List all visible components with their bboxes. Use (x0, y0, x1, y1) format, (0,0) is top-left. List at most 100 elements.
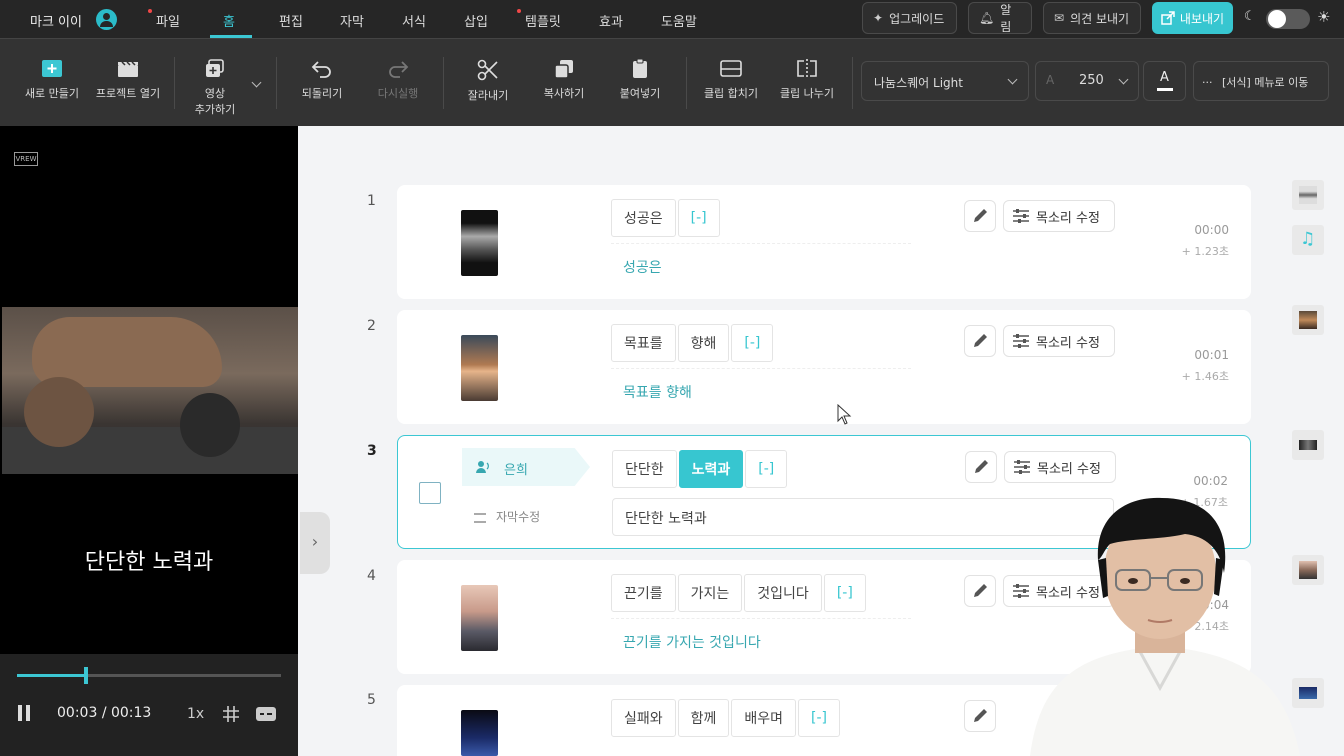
clip-number: 4 (367, 568, 376, 584)
clapperboard-icon (118, 61, 138, 77)
grid-icon[interactable] (222, 705, 240, 723)
rail-music[interactable]: ♫ (1292, 225, 1324, 255)
menu-home[interactable]: 홈 (223, 11, 235, 30)
clip-caption[interactable]: 끈기를 가지는 것입니다 (623, 632, 761, 652)
rail-thumbnail[interactable] (1292, 180, 1324, 210)
vrew-logo: VREW (14, 152, 38, 166)
menu-format[interactable]: 서식 (402, 11, 426, 30)
silence-chip[interactable]: [-] (745, 450, 788, 488)
redo-icon (389, 61, 409, 78)
add-video-button[interactable]: 영상 추가하기 (182, 59, 248, 117)
copy-button[interactable]: 복사하기 (526, 59, 602, 101)
video-subject-head (24, 377, 94, 447)
clip-card-2[interactable]: 목표를 향해 [-] 목표를 향해 목소리 수정 00:01 + 1.46초 (397, 310, 1251, 424)
theme-toggle[interactable] (1266, 9, 1310, 29)
text-color-button[interactable]: A (1143, 61, 1186, 101)
silence-chip[interactable]: [-] (823, 574, 866, 612)
edit-button[interactable] (965, 451, 997, 483)
cut-button[interactable]: 잘라내기 (450, 59, 526, 103)
video-frame[interactable] (2, 307, 298, 474)
word-chip[interactable]: 향해 (677, 324, 730, 362)
voice-edit-button[interactable]: 목소리 수정 (1004, 451, 1116, 483)
word-chip[interactable]: 단단한 (612, 450, 677, 488)
bell-icon: 🔔︎ (979, 11, 995, 25)
menu-file[interactable]: 파일 (156, 11, 180, 30)
seek-bar-handle[interactable] (83, 667, 88, 684)
alarm-button[interactable]: 🔔︎ 알림 (968, 2, 1032, 34)
silence-chip[interactable]: [-] (731, 324, 774, 362)
font-select[interactable]: 나눔스퀘어 Light (861, 61, 1029, 101)
plus-square-icon (42, 60, 62, 77)
split-clip-button[interactable]: 클립 나누기 (769, 59, 845, 101)
menu-effects[interactable]: 효과 (599, 11, 623, 30)
more-icon: ··· (1202, 76, 1213, 89)
menu-template[interactable]: 템플릿 (525, 11, 561, 30)
menu-subtitle[interactable]: 자막 (340, 11, 364, 30)
clip-caption[interactable]: 성공은 (623, 257, 662, 277)
seek-bar[interactable] (17, 667, 281, 684)
word-chip[interactable]: 실패와 (611, 699, 676, 737)
rail-thumbnail[interactable] (1292, 305, 1324, 335)
edit-button[interactable] (964, 575, 996, 607)
merge-icon (720, 60, 742, 77)
clip-thumbnail (461, 210, 498, 276)
new-project-button[interactable]: 새로 만들기 (14, 59, 90, 101)
toolbar-divider (276, 57, 277, 109)
edit-button[interactable] (964, 200, 996, 232)
rail-thumbnail-image (1299, 311, 1317, 329)
silence-chip[interactable]: [-] (798, 699, 841, 737)
playback-speed[interactable]: 1x (187, 706, 204, 722)
merge-clip-button[interactable]: 클립 합치기 (693, 59, 769, 101)
word-chip[interactable]: 것입니다 (744, 574, 822, 612)
voice-edit-button[interactable]: 목소리 수정 (1003, 200, 1115, 232)
redo-button[interactable]: 다시실행 (360, 59, 436, 101)
menu-edit[interactable]: 편집 (279, 11, 303, 30)
rail-thumbnail[interactable] (1292, 430, 1324, 460)
split-icon (797, 59, 817, 78)
word-chip[interactable]: 끈기를 (611, 574, 676, 612)
export-icon (1161, 11, 1175, 25)
sliders-icon (1014, 460, 1030, 474)
export-button[interactable]: 내보내기 (1152, 2, 1233, 34)
clip-start-time: 00:01 (1194, 348, 1229, 362)
word-chip[interactable]: 배우며 (731, 699, 797, 737)
menu-insert[interactable]: 삽입 (464, 11, 488, 30)
add-video-icon (206, 59, 224, 77)
word-chip[interactable]: 가지는 (677, 574, 743, 612)
mouse-cursor-icon (837, 404, 852, 425)
clip-thumbnail (461, 710, 498, 756)
feedback-button[interactable]: ✉ 의견 보내기 (1043, 2, 1141, 34)
collapse-panel-button[interactable]: › (300, 512, 330, 574)
clip-card-1[interactable]: 성공은 [-] 성공은 목소리 수정 00:00 + 1.23초 (397, 185, 1251, 299)
format-menu-button[interactable]: ··· [서식] 메뉴로 이동 (1193, 61, 1329, 101)
clip-select-checkbox[interactable] (419, 482, 441, 504)
voice-edit-button[interactable]: 목소리 수정 (1003, 325, 1115, 357)
toolbar-divider (686, 57, 687, 109)
notification-dot (517, 9, 521, 13)
chevron-down-icon[interactable] (251, 77, 262, 88)
scissors-icon (477, 59, 498, 81)
account-icon[interactable] (96, 9, 117, 30)
caption-icon[interactable] (255, 706, 277, 722)
paste-button[interactable]: 붙여넣기 (602, 59, 678, 101)
clip-caption[interactable]: 목표를 향해 (623, 382, 692, 402)
word-chip-highlighted[interactable]: 노력과 (678, 450, 744, 488)
silence-chip[interactable]: [-] (677, 199, 720, 237)
speaker-tag[interactable]: 은희 (462, 448, 590, 486)
word-chip[interactable]: 목표를 (611, 324, 676, 362)
clipboard-icon (633, 59, 647, 78)
edit-button[interactable] (964, 325, 996, 357)
upgrade-button[interactable]: ✦ 업그레이드 (862, 2, 957, 34)
chevron-down-icon (1007, 74, 1018, 85)
notification-dot (148, 9, 152, 13)
sliders-icon (1013, 209, 1029, 223)
word-chip[interactable]: 함께 (677, 699, 730, 737)
pause-icon[interactable] (17, 705, 31, 721)
word-chip[interactable]: 성공은 (611, 199, 676, 237)
menu-help[interactable]: 도움말 (661, 11, 697, 30)
edit-button[interactable] (964, 700, 996, 732)
font-size-select[interactable]: A 250 (1035, 61, 1139, 101)
edit-caption-label[interactable]: 자막수정 (474, 508, 540, 525)
undo-button[interactable]: 되돌리기 (284, 59, 360, 101)
open-project-button[interactable]: 프로젝트 열기 (90, 59, 166, 101)
